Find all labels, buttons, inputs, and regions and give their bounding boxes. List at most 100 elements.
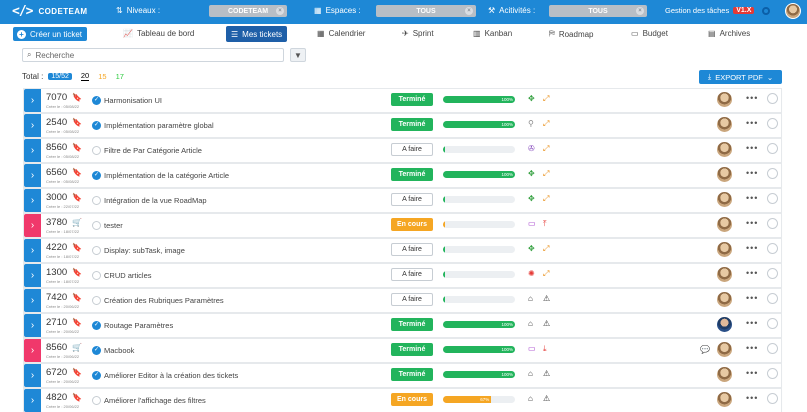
table-row[interactable]: › 7420 Créer le : 20/06/22 🔖 Création de… bbox=[24, 289, 781, 312]
avatar[interactable] bbox=[717, 242, 732, 257]
table-row[interactable]: › 6560 Créer le : 05/08/22 🔖 ✓ Implément… bbox=[24, 164, 781, 187]
more-options-icon[interactable]: ••• bbox=[746, 318, 758, 328]
select-circle[interactable] bbox=[767, 143, 778, 154]
avatar[interactable] bbox=[717, 92, 732, 107]
expand-button[interactable]: › bbox=[24, 89, 41, 112]
settings-icon[interactable] bbox=[762, 7, 770, 15]
empty-circle-icon[interactable] bbox=[92, 196, 101, 205]
empty-circle-icon[interactable] bbox=[92, 296, 101, 305]
filter-button[interactable]: ▼ bbox=[290, 48, 306, 62]
avatar[interactable] bbox=[717, 367, 732, 382]
more-options-icon[interactable]: ••• bbox=[746, 393, 758, 403]
check-circle-icon[interactable]: ✓ bbox=[92, 371, 101, 380]
tab-tableau-de-bord[interactable]: 📈 Tableau de bord bbox=[123, 29, 194, 38]
select-circle[interactable] bbox=[767, 243, 778, 254]
table-row[interactable]: › 3000 Créer le : 22/07/22 🔖 Intégration… bbox=[24, 189, 781, 212]
expand-button[interactable]: › bbox=[24, 389, 41, 412]
select-circle[interactable] bbox=[767, 368, 778, 379]
check-circle-icon[interactable]: ✓ bbox=[92, 321, 101, 330]
tab-sprint[interactable]: ✈ Sprint bbox=[402, 29, 434, 38]
tab-budget[interactable]: ▭ Budget bbox=[631, 29, 668, 38]
select-circle[interactable] bbox=[767, 218, 778, 229]
tab-roadmap[interactable]: ⛿ Roadmap bbox=[549, 29, 594, 39]
empty-circle-icon[interactable] bbox=[92, 271, 101, 280]
comment-icon[interactable]: 💬 bbox=[700, 345, 710, 354]
more-options-icon[interactable]: ••• bbox=[746, 293, 758, 303]
more-options-icon[interactable]: ••• bbox=[746, 143, 758, 153]
table-row[interactable]: › 1300 Créer le : 18/07/22 🔖 CRUD articl… bbox=[24, 264, 781, 287]
ticket-title[interactable]: Améliorer l'affichage des filtres bbox=[104, 396, 206, 405]
more-options-icon[interactable]: ••• bbox=[746, 243, 758, 253]
status-badge[interactable]: Terminé bbox=[391, 168, 433, 181]
status-badge[interactable]: En cours bbox=[391, 393, 433, 406]
expand-button[interactable]: › bbox=[24, 264, 41, 287]
table-row[interactable]: › 3780 Créer le : 18/07/22 🛒 tester En c… bbox=[24, 214, 781, 237]
expand-button[interactable]: › bbox=[24, 214, 41, 237]
avatar[interactable] bbox=[717, 192, 732, 207]
ticket-title[interactable]: Filtre de Par Catégorie Article bbox=[104, 146, 202, 155]
avatar[interactable] bbox=[717, 267, 732, 282]
search-input[interactable]: ⌕ Recherche bbox=[22, 48, 284, 62]
select-circle[interactable] bbox=[767, 293, 778, 304]
ticket-title[interactable]: Implémentation de la catégorie Article bbox=[104, 171, 229, 180]
espaces-select[interactable]: TOUS × bbox=[376, 5, 476, 17]
tab-kanban[interactable]: ▥ Kanban bbox=[473, 29, 512, 38]
expand-button[interactable]: › bbox=[24, 164, 41, 187]
avatar[interactable] bbox=[717, 167, 732, 182]
create-ticket-button[interactable]: + Créer un ticket bbox=[13, 27, 87, 41]
table-row[interactable]: › 4820 Créer le : 20/06/22 🔖 Améliorer l… bbox=[24, 389, 781, 412]
table-row[interactable]: › 4220 Créer le : 18/07/22 🔖 Display: su… bbox=[24, 239, 781, 262]
status-badge[interactable]: Terminé bbox=[391, 368, 433, 381]
select-circle[interactable] bbox=[767, 93, 778, 104]
expand-button[interactable]: › bbox=[24, 239, 41, 262]
count-in-progress[interactable]: 15 bbox=[98, 72, 106, 81]
status-badge[interactable]: A faire bbox=[391, 193, 433, 206]
tab-mes-tickets[interactable]: ☰ Mes tickets bbox=[226, 26, 288, 42]
ticket-title[interactable]: Intégration de la vue RoadMap bbox=[104, 196, 207, 205]
expand-button[interactable]: › bbox=[24, 114, 41, 137]
ticket-title[interactable]: Création des Rubriques Paramètres bbox=[104, 296, 224, 305]
select-circle[interactable] bbox=[767, 268, 778, 279]
ticket-title[interactable]: Implémentation paramètre global bbox=[104, 121, 214, 130]
table-row[interactable]: › 8560 Créer le : 20/06/22 🛒 ✓ Macbook T… bbox=[24, 339, 781, 362]
export-pdf-button[interactable]: ⤓ EXPORT PDF ⌄ bbox=[699, 70, 782, 84]
clear-icon[interactable]: × bbox=[465, 7, 473, 15]
expand-button[interactable]: › bbox=[24, 364, 41, 387]
more-options-icon[interactable]: ••• bbox=[746, 118, 758, 128]
more-options-icon[interactable]: ••• bbox=[746, 193, 758, 203]
avatar[interactable] bbox=[717, 142, 732, 157]
expand-button[interactable]: › bbox=[24, 189, 41, 212]
avatar[interactable] bbox=[717, 292, 732, 307]
status-badge[interactable]: Terminé bbox=[391, 343, 433, 356]
empty-circle-icon[interactable] bbox=[92, 146, 101, 155]
status-badge[interactable]: Terminé bbox=[391, 318, 433, 331]
more-options-icon[interactable]: ••• bbox=[746, 218, 758, 228]
ticket-title[interactable]: Harmonisation UI bbox=[104, 96, 162, 105]
select-circle[interactable] bbox=[767, 318, 778, 329]
empty-circle-icon[interactable] bbox=[92, 246, 101, 255]
avatar[interactable] bbox=[717, 117, 732, 132]
ticket-title[interactable]: tester bbox=[104, 221, 123, 230]
more-options-icon[interactable]: ••• bbox=[746, 268, 758, 278]
ticket-title[interactable]: Routage Paramètres bbox=[104, 321, 173, 330]
status-badge[interactable]: Terminé bbox=[391, 93, 433, 106]
expand-button[interactable]: › bbox=[24, 289, 41, 312]
expand-button[interactable]: › bbox=[24, 139, 41, 162]
ticket-title[interactable]: Améliorer Editor à la création des ticke… bbox=[104, 371, 238, 380]
tab-calendrier[interactable]: ▦ Calendrier bbox=[317, 29, 365, 38]
status-badge[interactable]: A faire bbox=[391, 293, 433, 306]
status-badge[interactable]: En cours bbox=[391, 218, 433, 231]
status-badge[interactable]: A faire bbox=[391, 143, 433, 156]
count-done[interactable]: 17 bbox=[116, 72, 124, 81]
more-options-icon[interactable]: ••• bbox=[746, 168, 758, 178]
ticket-title[interactable]: Macbook bbox=[104, 346, 134, 355]
table-row[interactable]: › 8560 Créer le : 05/08/22 🔖 Filtre de P… bbox=[24, 139, 781, 162]
avatar[interactable] bbox=[717, 342, 732, 357]
more-options-icon[interactable]: ••• bbox=[746, 343, 758, 353]
empty-circle-icon[interactable] bbox=[92, 396, 101, 405]
ticket-title[interactable]: Display: subTask, image bbox=[104, 246, 185, 255]
tab-archives[interactable]: ▤ Archives bbox=[708, 29, 750, 38]
user-avatar[interactable] bbox=[785, 3, 801, 19]
status-badge[interactable]: A faire bbox=[391, 243, 433, 256]
check-circle-icon[interactable]: ✓ bbox=[92, 171, 101, 180]
